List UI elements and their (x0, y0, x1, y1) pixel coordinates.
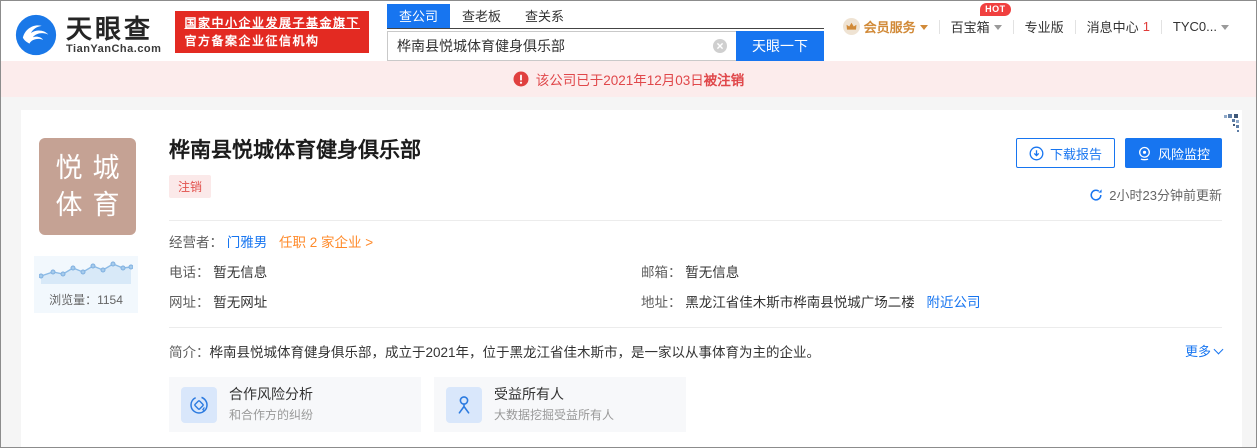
status-badge: 注销 (169, 175, 212, 198)
nav-vip-label: 会员服务 (863, 20, 916, 35)
nav-toolbox-label: 百宝箱 (950, 20, 990, 35)
monitor-camera-icon (1139, 146, 1150, 160)
beneficial-owner-card[interactable]: 受益所有人 大数据挖掘受益所有人 (434, 377, 686, 432)
clear-search-icon[interactable] (712, 38, 728, 54)
card-title: 受益所有人 (494, 386, 564, 402)
email-row: 邮箱： 暂无信息 (641, 251, 1222, 281)
account-name: TYC0... (1172, 19, 1217, 34)
nav-message-center[interactable]: 消息中心 1 (1076, 17, 1161, 36)
logo[interactable]: 天眼查 TianYanCha.com (15, 9, 161, 61)
hot-badge: HOT (980, 3, 1011, 16)
email-label: 邮箱： (641, 265, 682, 280)
views-sparkline-chart (38, 261, 134, 284)
avatar-line2: 体育 (55, 189, 130, 220)
tianyancha-page: 天眼查 TianYanCha.com 国家中小企业发展子基金旗下 官方备案企业征… (0, 0, 1257, 448)
phone-value: 暂无信息 (213, 265, 268, 280)
more-link[interactable]: 更多 (1165, 341, 1224, 360)
card-text: 合作风险分析 和合作方的纠纷 (229, 386, 313, 423)
download-report-button[interactable]: 下载报告 (1015, 138, 1115, 168)
beneficiary-person-icon (446, 386, 482, 423)
cert-badge-line2: 官方备案企业征信机构 (184, 34, 320, 48)
alert-icon (513, 71, 529, 87)
updated-text: 2小时23分钟前更新 (1109, 188, 1222, 203)
cert-badge-line1: 国家中小企业发展子基金旗下 (184, 16, 360, 30)
intro-text: 桦南县悦城体育健身俱乐部，成立于2021年，位于黑龙江省佳木斯市，是一家以从事体… (209, 345, 821, 360)
chevron-down-icon (919, 25, 928, 30)
operator-label: 经营者： (169, 235, 223, 250)
qr-code-corner-icon[interactable] (1208, 112, 1240, 144)
address-row: 地址： 黑龙江省佳木斯市桦南县悦城广场二楼 附近公司 (641, 281, 1222, 311)
views-widget: 浏览量：1154 (34, 256, 138, 313)
nav-vip-services[interactable]: 会员服务 (832, 17, 939, 36)
nav-pro-label: 专业版 (1024, 20, 1064, 35)
cert-badge: 国家中小企业发展子基金旗下 官方备案企业征信机构 (175, 11, 369, 53)
chevron-down-icon (1213, 344, 1224, 354)
chevron-down-icon (993, 25, 1002, 30)
search-button[interactable]: 天眼一下 (735, 31, 824, 61)
deregistered-alert-banner: 该公司已于2021年12月03日被注销 (1, 61, 1256, 97)
top-header: 天眼查 TianYanCha.com 国家中小企业发展子基金旗下 官方备案企业征… (1, 1, 1256, 61)
card-subtitle: 大数据挖掘受益所有人 (494, 408, 615, 422)
intro-label: 简介： (169, 345, 210, 360)
logo-text: 天眼查 TianYanCha.com (66, 15, 161, 55)
card-text: 受益所有人 大数据挖掘受益所有人 (494, 386, 614, 423)
operator-companies-link[interactable]: 任职 2 家企业 > (279, 235, 373, 250)
nav-pro-version[interactable]: 专业版 (1014, 17, 1075, 36)
main-area: 悦城 体育 浏览量：1154 桦南县悦城体育健身俱乐部 注销 下载报告 风险监控… (1, 97, 1256, 447)
logo-domain: TianYanCha.com (66, 43, 162, 55)
company-right-column: 桦南县悦城体育健身俱乐部 注销 下载报告 风险监控 2小时23分钟前更新 经营者… (169, 138, 1224, 447)
website-value: 暂无网址 (213, 295, 268, 310)
search-tabs: 查公司 查老板 查关系 (386, 4, 824, 29)
search-input[interactable] (386, 31, 736, 61)
company-name: 桦南县悦城体育健身俱乐部 (169, 139, 421, 162)
chevron-down-icon (1221, 25, 1229, 30)
search-block: 查公司 查老板 查关系 天眼一下 (386, 1, 824, 61)
phone-row: 电话： 暂无信息 (169, 251, 641, 281)
tab-relation[interactable]: 查关系 (513, 4, 576, 28)
operator-row: 经营者： 门雅男 任职 2 家企业 > (169, 221, 1222, 251)
views-count: 浏览量：1154 (49, 293, 123, 307)
website-label: 网址： (169, 295, 210, 310)
tianyancha-logo-icon (15, 14, 57, 56)
download-icon (1029, 146, 1044, 160)
company-title-block: 桦南县悦城体育健身俱乐部 注销 (169, 138, 421, 198)
search-row: 天眼一下 (386, 31, 824, 61)
phone-label: 电话： (169, 265, 210, 280)
message-count-badge: 1 (1142, 19, 1150, 34)
handshake-risk-icon (181, 386, 217, 423)
alert-text: 该公司已于2021年12月03日被注销 (535, 73, 745, 88)
website-row: 网址： 暂无网址 (169, 281, 641, 311)
header-nav: 会员服务 HOT 百宝箱 专业版 消息中心 1 TYC0... (832, 3, 1240, 36)
logo-title: 天眼查 (66, 14, 154, 44)
company-card: 悦城 体育 浏览量：1154 桦南县悦城体育健身俱乐部 注销 下载报告 风险监控… (21, 110, 1242, 447)
last-updated: 2小时23分钟前更新 (1016, 185, 1222, 204)
address-label: 地址： (641, 295, 682, 310)
intro-row: 简介： 桦南县悦城体育健身俱乐部，成立于2021年，位于黑龙江省佳木斯市，是一家… (169, 328, 1224, 375)
card-subtitle: 和合作方的纠纷 (229, 408, 314, 422)
company-actions: 下载报告 风险监控 2小时23分钟前更新 (1015, 138, 1222, 204)
nav-account[interactable]: TYC0... (1162, 19, 1240, 34)
company-info: 经营者： 门雅男 任职 2 家企业 > 电话： 暂无信息 邮箱： 暂无信息 网址… (169, 221, 1222, 311)
card-title: 合作风险分析 (229, 386, 313, 402)
nav-messages-label: 消息中心 (1086, 20, 1139, 35)
crown-icon (842, 18, 860, 35)
cooperation-risk-card[interactable]: 合作风险分析 和合作方的纠纷 (169, 377, 421, 432)
company-avatar: 悦城 体育 (39, 138, 136, 235)
nav-toolbox[interactable]: HOT 百宝箱 (940, 3, 1013, 36)
tab-company[interactable]: 查公司 (386, 4, 450, 28)
email-value: 暂无信息 (685, 265, 740, 280)
avatar-line1: 悦城 (55, 152, 130, 183)
feature-cards-row: 合作风险分析 和合作方的纠纷 受益所有人 大数据挖掘受益所有人 (169, 377, 1222, 432)
address-value: 黑龙江省佳木斯市桦南县悦城广场二楼 (685, 295, 915, 310)
operator-name-link[interactable]: 门雅男 (227, 235, 268, 250)
refresh-icon[interactable] (1089, 188, 1103, 202)
nearby-companies-link[interactable]: 附近公司 (927, 295, 981, 310)
company-left-column: 悦城 体育 浏览量：1154 (34, 138, 138, 447)
tab-boss[interactable]: 查老板 (450, 4, 513, 28)
